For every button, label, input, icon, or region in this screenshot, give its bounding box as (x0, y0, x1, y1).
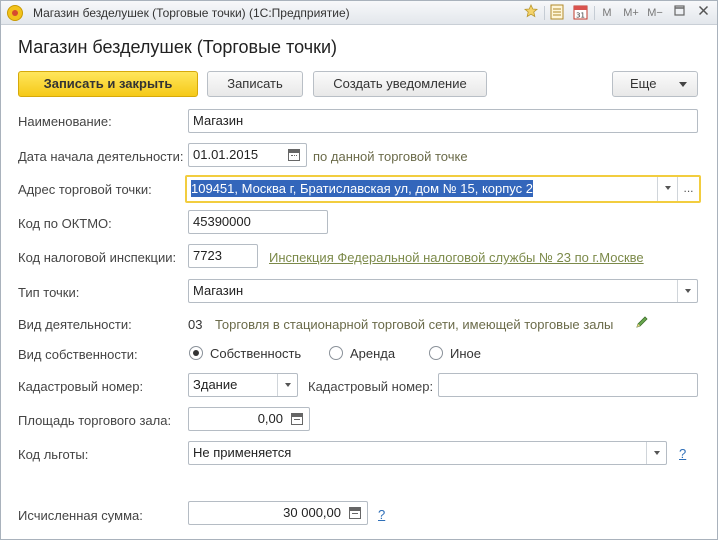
ownership-radio-other[interactable] (429, 346, 443, 360)
page-title: Магазин безделушек (Торговые точки) (18, 37, 338, 57)
cadastral-type-value: Здание (193, 377, 238, 392)
ownership-option-own[interactable]: Собственность (210, 346, 301, 361)
tax-office-link[interactable]: Инспекция Федеральной налоговой службы №… (269, 250, 644, 265)
start-date-note: по данной торговой точке (313, 149, 468, 164)
point-type-value: Магазин (193, 283, 244, 298)
cadastral-type-select[interactable]: Здание (188, 373, 298, 397)
tax-office-label: Код налоговой инспекции: (18, 250, 177, 265)
activity-code: 03 (188, 317, 203, 332)
notes-icon[interactable] (549, 4, 565, 22)
start-date-field[interactable]: 01.01.2015 (188, 143, 307, 167)
start-date-value: 01.01.2015 (193, 147, 259, 162)
save-and-close-button[interactable]: Записать и закрыть (18, 71, 198, 97)
calculated-sum-label: Исчисленная сумма: (18, 508, 143, 523)
benefit-code-help-link[interactable]: ? (679, 446, 686, 461)
maximize-icon[interactable] (672, 4, 686, 22)
toolbar-separator (594, 6, 595, 20)
start-date-label: Дата начала деятельности: (18, 149, 184, 164)
window-title: Магазин безделушек (Торговые точки) (1С:… (33, 6, 350, 20)
name-label: Наименование: (18, 114, 112, 129)
calculated-sum-field[interactable]: 30 000,00 (188, 501, 368, 525)
hall-area-field[interactable]: 0,00 (188, 407, 310, 431)
point-type-select[interactable]: Магазин (188, 279, 698, 303)
memory-button-m-plus[interactable]: M+ (621, 4, 641, 22)
ownership-radio-rent[interactable] (329, 346, 343, 360)
svg-text:31: 31 (576, 12, 585, 20)
ownership-option-rent[interactable]: Аренда (350, 346, 395, 361)
address-value: 109451, Москва г, Братиславская ул, дом … (191, 180, 533, 197)
save-button[interactable]: Записать (207, 71, 303, 97)
cadastral-type-dropdown-button[interactable] (277, 374, 297, 396)
oktmo-label: Код по ОКТМО: (18, 216, 112, 231)
calendar-picker-icon[interactable] (285, 146, 303, 164)
address-dropdown-button[interactable] (657, 177, 677, 201)
calendar-icon[interactable]: 31 (572, 4, 588, 22)
point-type-dropdown-button[interactable] (677, 280, 697, 302)
cadastral-number-label: Кадастровый номер: (308, 379, 434, 394)
title-bar: Магазин безделушек (Торговые точки) (1С:… (1, 1, 717, 25)
benefit-code-label: Код льготы: (18, 447, 89, 462)
ownership-option-other[interactable]: Иное (450, 346, 481, 361)
form-window: Магазин безделушек (Торговые точки) (1С:… (0, 0, 718, 540)
create-notification-button[interactable]: Создать уведомление (313, 71, 487, 97)
ownership-label: Вид собственности: (18, 347, 138, 362)
activity-label: Вид деятельности: (18, 317, 132, 332)
address-label: Адрес торговой точки: (18, 182, 152, 197)
memory-button-m[interactable]: M (600, 4, 614, 22)
name-field[interactable]: Магазин (188, 109, 698, 133)
hall-area-value: 0,00 (257, 411, 283, 426)
1c-logo-icon (7, 5, 23, 21)
hall-area-label: Площадь торгового зала: (18, 413, 172, 428)
oktmo-field[interactable]: 45390000 (188, 210, 328, 234)
close-icon[interactable] (696, 4, 710, 22)
cadastral-type-label: Кадастровый номер: (18, 379, 144, 394)
address-field[interactable]: 109451, Москва г, Братиславская ул, дом … (185, 175, 701, 203)
edit-pencil-icon[interactable] (635, 315, 649, 332)
ownership-radio-own[interactable] (189, 346, 203, 360)
cadastral-number-field[interactable] (438, 373, 698, 397)
benefit-code-value: Не применяется (193, 445, 292, 460)
benefit-code-dropdown-button[interactable] (646, 442, 666, 464)
chevron-down-icon (679, 82, 687, 87)
calculator-icon[interactable] (288, 410, 306, 428)
star-icon[interactable] (523, 4, 539, 22)
activity-description: Торговля в стационарной торговой сети, и… (215, 317, 614, 332)
calculator-icon[interactable] (346, 504, 364, 522)
tax-office-field[interactable]: 7723 (188, 244, 258, 268)
calculated-sum-value: 30 000,00 (283, 505, 341, 520)
more-menu-label: Еще (630, 76, 657, 91)
address-open-button[interactable]: ... (677, 177, 699, 201)
toolbar-separator (544, 6, 545, 20)
point-type-label: Тип точки: (18, 285, 80, 300)
benefit-code-select[interactable]: Не применяется (188, 441, 667, 465)
calculated-sum-help-link[interactable]: ? (378, 507, 385, 522)
more-menu-button[interactable]: Еще (612, 71, 698, 97)
memory-button-m-minus[interactable]: M− (645, 4, 665, 22)
